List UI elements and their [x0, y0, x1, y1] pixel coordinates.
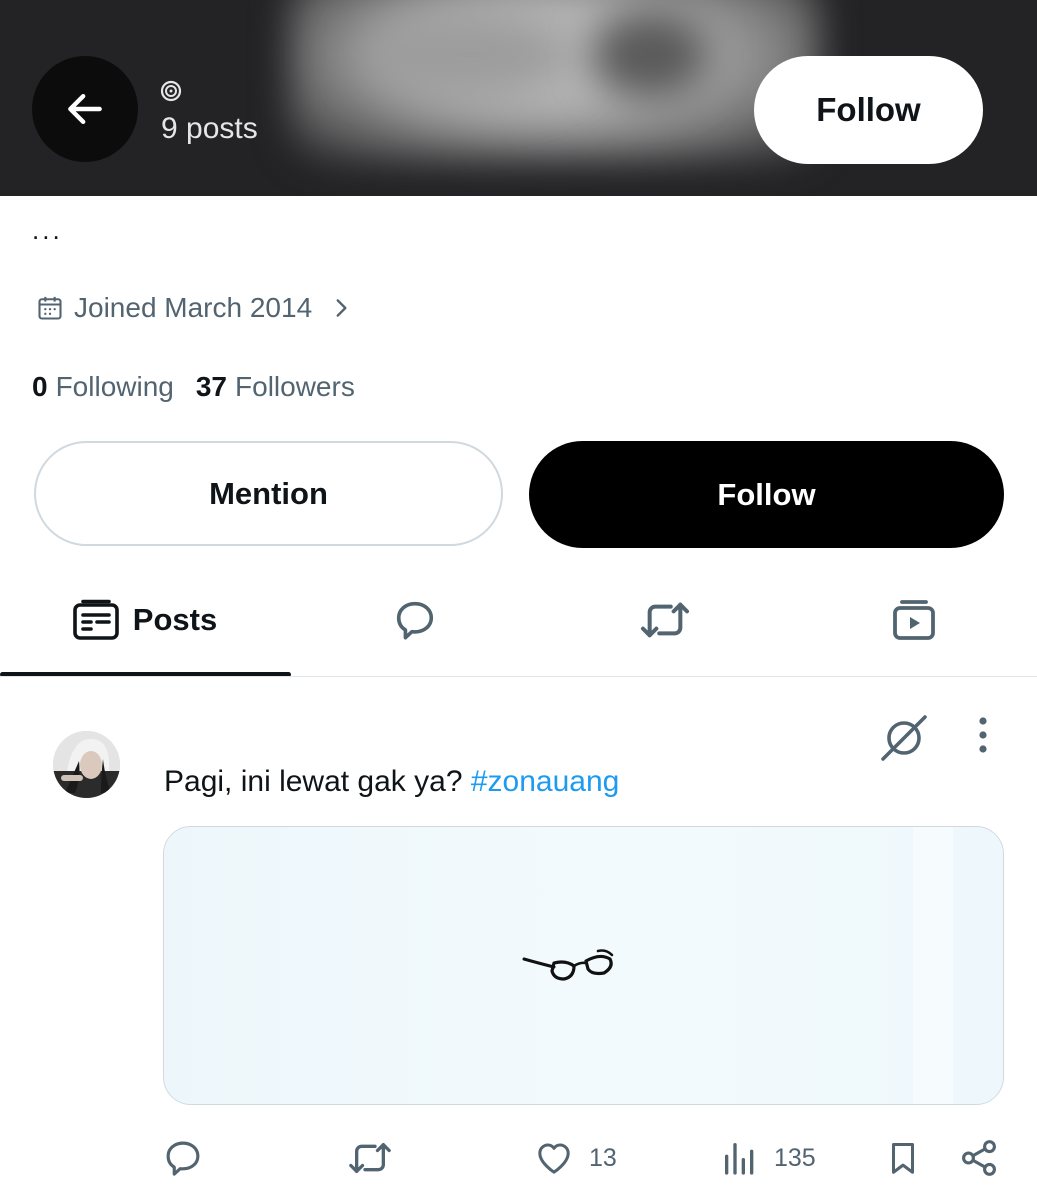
post-avatar[interactable]: [53, 731, 120, 798]
posts-icon: [72, 599, 119, 640]
hashtag-link[interactable]: #zonauang: [471, 765, 619, 798]
views-button[interactable]: 135: [720, 1130, 816, 1186]
following-link[interactable]: 0 Following: [32, 371, 174, 403]
post-action-bar: 13 135: [0, 1130, 1037, 1186]
profile-banner: 9 posts Follow: [0, 0, 1037, 196]
back-button[interactable]: [32, 56, 138, 162]
mention-button[interactable]: Mention: [34, 441, 503, 546]
followers-link[interactable]: 37 Followers: [196, 371, 355, 403]
header-follow-button[interactable]: Follow: [754, 56, 983, 164]
replies-icon: [396, 601, 434, 640]
post-media-image[interactable]: [163, 826, 1004, 1105]
repost-button[interactable]: [346, 1130, 394, 1186]
tab-posts-label: Posts: [132, 602, 218, 637]
tab-replies[interactable]: [290, 570, 540, 670]
joined-date[interactable]: Joined March 2014: [36, 290, 354, 326]
glasses-icon: [522, 949, 614, 981]
reply-icon: [166, 1141, 200, 1176]
tab-posts[interactable]: Posts: [0, 570, 290, 670]
post-text: Pagi, ini lewat gak ya? #zonauang: [164, 765, 619, 799]
post-body: Pagi, ini lewat gak ya?: [164, 765, 471, 798]
avatar-image: [53, 731, 120, 798]
following-count: 0: [32, 371, 48, 402]
more-options-icon[interactable]: [973, 717, 993, 755]
like-button[interactable]: 13: [533, 1130, 617, 1186]
spiral-emoji-icon: [160, 80, 182, 102]
media-icon: [892, 600, 935, 640]
chevron-right-icon: [336, 299, 347, 317]
following-label: Following: [55, 371, 174, 402]
banner-image-part: [360, 10, 580, 100]
followers-count: 37: [195, 371, 228, 402]
follow-stats: 0 Following 37 Followers: [32, 371, 355, 403]
like-count: 13: [589, 1143, 617, 1172]
tabs-divider: [0, 676, 1037, 677]
reposts-icon: [640, 602, 690, 638]
share-icon: [962, 1140, 996, 1176]
tab-reposts[interactable]: [540, 570, 790, 670]
grok-icon[interactable]: [878, 712, 930, 764]
reply-button[interactable]: [162, 1130, 204, 1186]
share-button[interactable]: [958, 1130, 1000, 1186]
heart-icon: [538, 1143, 570, 1174]
bookmark-button[interactable]: [884, 1130, 922, 1186]
joined-text: Joined March 2014: [74, 292, 313, 323]
tab-media[interactable]: [790, 570, 1037, 670]
calendar-icon: [38, 296, 62, 320]
views-icon: [725, 1143, 754, 1175]
followers-label: Followers: [235, 371, 355, 402]
banner-image-part: [590, 10, 710, 100]
follow-button[interactable]: Follow: [529, 441, 1004, 548]
view-count: 135: [774, 1143, 816, 1172]
media-background-strip: [913, 827, 953, 1104]
post-count: 9 posts: [161, 112, 258, 145]
profile-bio: ...: [32, 215, 63, 245]
profile-tabs: Posts: [0, 570, 1037, 678]
arrow-left-icon: [68, 93, 102, 125]
bookmark-icon: [891, 1143, 915, 1174]
repost-icon: [349, 1143, 391, 1173]
